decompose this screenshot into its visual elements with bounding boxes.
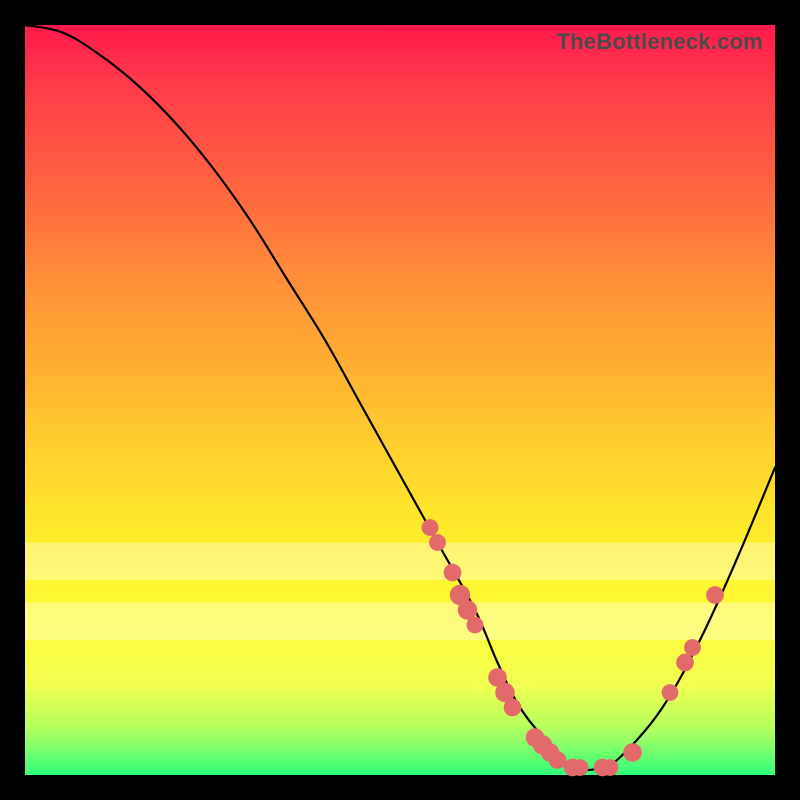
data-marker [444,564,462,582]
data-marker [706,586,724,604]
data-marker [662,684,679,701]
data-marker [684,639,701,656]
data-marker [467,617,484,634]
data-marker [623,743,642,762]
data-marker [422,519,439,536]
pale-bands-group [25,543,775,641]
data-marker [549,751,567,769]
curve-layer [25,25,775,775]
bottleneck-curve-path [25,25,775,770]
data-marker [602,759,619,776]
pale-band [25,603,775,641]
data-marker [572,759,589,776]
data-marker [676,654,694,672]
data-marker [429,534,446,551]
data-marker [504,699,522,717]
pale-band [25,543,775,581]
chart-plot-area: TheBottleneck.com [25,25,775,775]
